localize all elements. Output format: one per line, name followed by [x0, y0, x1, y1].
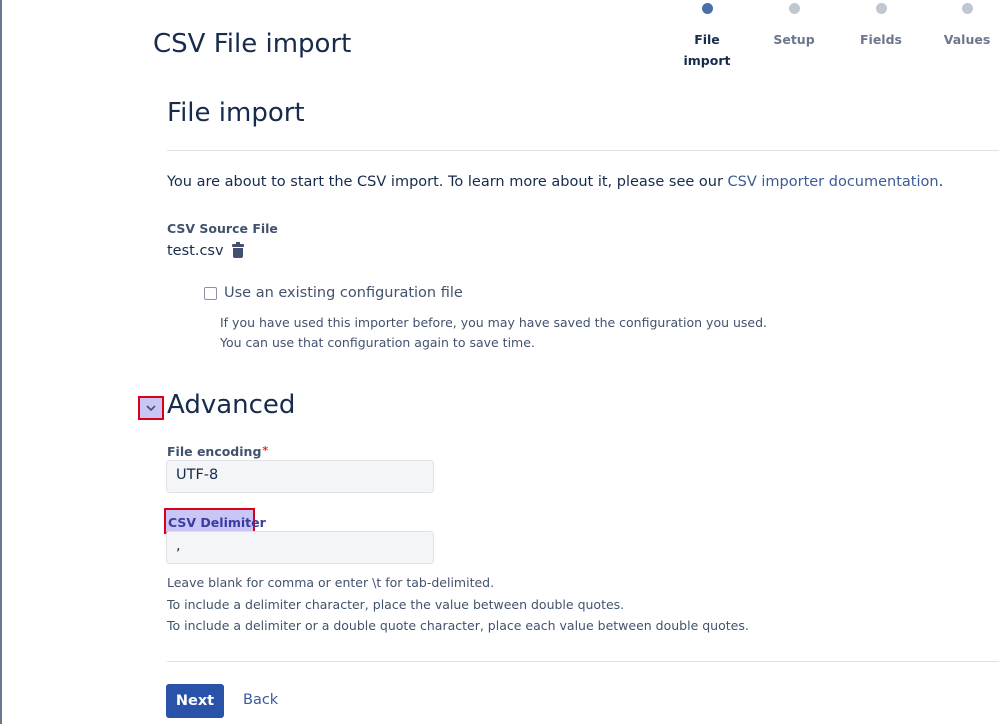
documentation-link[interactable]: CSV importer documentation [728, 174, 939, 190]
divider [167, 661, 999, 662]
step-label: Fields [860, 32, 902, 47]
required-marker: * [262, 444, 269, 457]
back-link[interactable]: Back [243, 692, 278, 708]
step-label: Values [943, 32, 991, 47]
step-file-import: File import [662, 0, 752, 71]
file-encoding-input[interactable]: UTF-8 [166, 460, 434, 493]
progress-stepper: File import Setup Fields Values [0, 0, 999, 80]
config-help-text: If you have used this importer before, y… [220, 313, 767, 353]
step-dot [961, 3, 973, 14]
trash-icon[interactable] [231, 242, 244, 258]
source-filename: test.csv [167, 243, 224, 259]
source-file-label: CSV Source File [167, 221, 278, 236]
next-button[interactable]: Next [166, 684, 224, 718]
advanced-toggle-button[interactable] [138, 396, 164, 420]
step-label-line1: File [694, 32, 720, 47]
source-file: test.csv [167, 242, 244, 259]
step-values: Values [922, 0, 999, 50]
intro-text-end: . [938, 174, 944, 190]
step-dot-active [701, 3, 713, 14]
step-fields: Fields [836, 0, 926, 50]
config-help-line: If you have used this importer before, y… [220, 315, 768, 330]
use-config-row[interactable]: Use an existing configuration file [204, 285, 463, 301]
chevron-down-icon [146, 405, 156, 412]
delimiter-help-line: To include a delimiter or a double quote… [167, 618, 749, 633]
step-label: Setup [773, 32, 815, 47]
delimiter-help-text: Leave blank for comma or enter \t for ta… [167, 572, 749, 637]
intro-text: You are about to start the CSV import. T… [167, 174, 943, 190]
delimiter-help-line: Leave blank for comma or enter \t for ta… [167, 575, 495, 590]
use-config-checkbox[interactable] [204, 286, 217, 300]
step-dot [875, 3, 887, 14]
delimiter-help-line: To include a delimiter character, place … [167, 596, 625, 612]
file-encoding-label: File encoding* [167, 444, 268, 459]
file-encoding-label-text: File encoding [167, 444, 262, 459]
advanced-title: Advanced [167, 390, 296, 420]
divider [167, 150, 999, 151]
step-dot [788, 3, 800, 14]
config-help-line: You can use that configuration again to … [220, 335, 535, 350]
csv-delimiter-input[interactable]: , [166, 531, 434, 564]
left-border [0, 0, 2, 724]
intro-text-body: You are about to start the CSV import. T… [167, 174, 728, 190]
section-title: File import [167, 98, 305, 128]
step-label-line2: import [683, 53, 731, 68]
step-setup: Setup [749, 0, 839, 50]
use-config-label[interactable]: Use an existing configuration file [224, 285, 463, 301]
